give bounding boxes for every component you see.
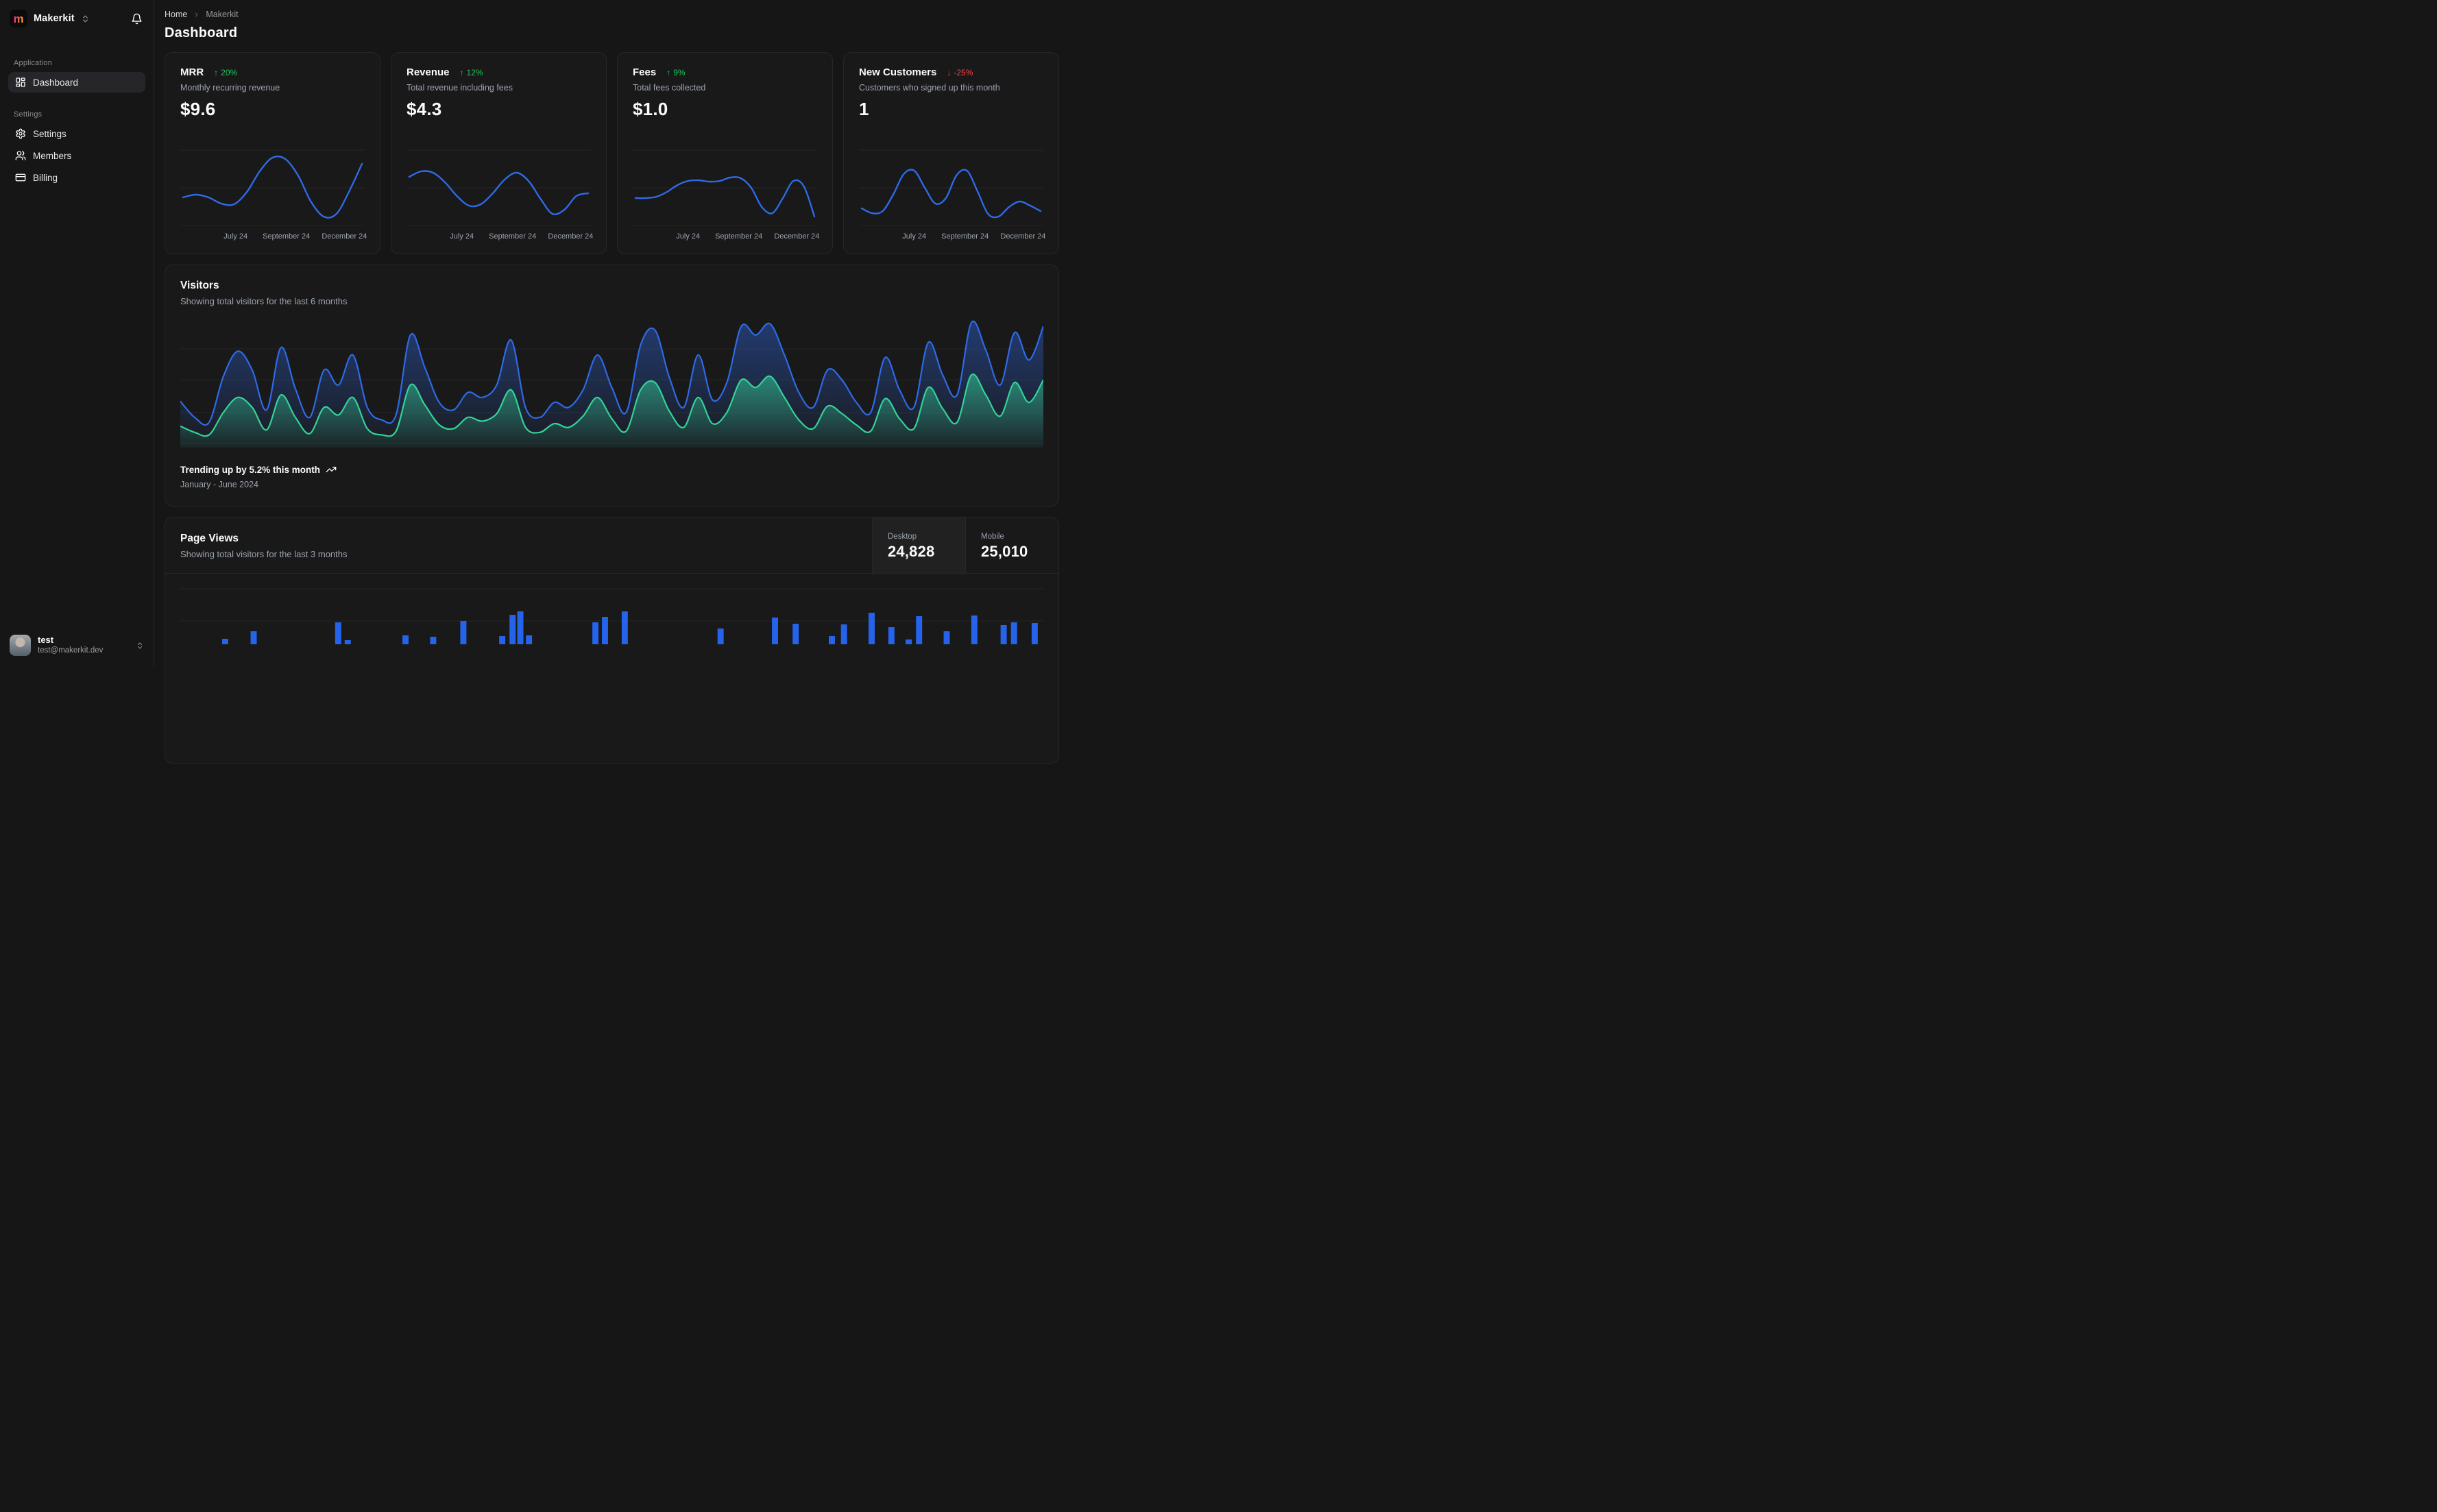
section-label-settings: Settings (14, 110, 43, 119)
x-tick-label: December 24 (774, 232, 820, 241)
breadcrumb: Home Makerkit (165, 7, 1059, 19)
chevrons-up-down-icon (136, 642, 144, 650)
stat-card-new-customers: New Customers ↓ -25% Customers who signed… (843, 52, 1059, 254)
sidebar-item-label: Settings (33, 128, 66, 139)
trend-text: Trending up by 5.2% this month (180, 464, 321, 475)
stat-title: Revenue (407, 66, 450, 78)
x-tick-label: July 24 (676, 232, 701, 241)
sidebar-item-label: Billing (33, 172, 58, 183)
page-title: Dashboard (165, 25, 238, 40)
stat-delta-badge: ↑ 12% (459, 68, 483, 77)
chevrons-up-down-icon (81, 14, 90, 23)
stat-value: 1 (859, 99, 869, 119)
avatar (10, 635, 31, 656)
mobile-label: Mobile (981, 532, 1004, 541)
x-tick-label: December 24 (322, 232, 367, 241)
sidebar-item-members[interactable]: Members (8, 145, 145, 166)
stat-subtitle: Customers who signed up this month (859, 83, 1000, 93)
stat-card-mrr: MRR ↑ 20% Monthly recurring revenue $9.6 … (165, 52, 380, 254)
visitors-card: Visitors Showing total visitors for the … (165, 265, 1059, 507)
user-menu[interactable]: test test@makerkit.dev (8, 632, 145, 659)
page-views-header: Page Views Showing total visitors for th… (165, 517, 1058, 574)
x-tick-label: September 24 (941, 232, 989, 241)
visitors-title: Visitors (180, 280, 219, 291)
stat-subtitle: Monthly recurring revenue (180, 83, 280, 93)
new-customers-sparkline-chart (859, 149, 1043, 226)
page-views-card: Page Views Showing total visitors for th… (165, 517, 1059, 764)
section-label-application: Application (14, 59, 53, 67)
device-toggle-group: Desktop 24,828 Mobile 25,010 (872, 517, 1058, 573)
sidebar-item-dashboard[interactable]: Dashboard (8, 72, 145, 93)
sparkline-x-axis: July 24 September 24 December 24 (859, 230, 1046, 245)
logo-letter: m (13, 12, 24, 25)
workspace-selector[interactable]: m Makerkit (8, 8, 145, 29)
stat-title: Fees (633, 66, 657, 78)
fees-sparkline-chart (633, 149, 817, 226)
makerkit-logo: m (10, 10, 27, 27)
stat-card-fees: Fees ↑ 9% Total fees collected $1.0 July … (617, 52, 833, 254)
billing-icon (15, 172, 26, 183)
sparkline-x-axis: July 24 September 24 December 24 (633, 230, 820, 245)
mobile-toggle-button[interactable]: Mobile 25,010 (965, 517, 1058, 573)
stat-card-revenue: Revenue ↑ 12% Total revenue including fee… (391, 52, 607, 254)
arrow-down-icon: ↓ (947, 68, 951, 77)
main-content: Home Makerkit Dashboard MRR ↑ 20% Monthly… (154, 0, 1075, 764)
members-icon (15, 150, 26, 161)
x-tick-label: December 24 (1000, 232, 1046, 241)
desktop-value: 24,828 (888, 542, 935, 560)
sparkline-x-axis: July 24 September 24 December 24 (180, 230, 367, 245)
stat-title: New Customers (859, 66, 937, 78)
sidebar-item-label: Members (33, 150, 72, 161)
sidebar-nav: Application Dashboard Settings Settings … (8, 59, 145, 189)
desktop-toggle-button[interactable]: Desktop 24,828 (872, 517, 965, 573)
sidebar-item-settings[interactable]: Settings (8, 123, 145, 144)
stat-subtitle: Total fees collected (633, 83, 706, 93)
stat-delta-badge: ↑ 20% (214, 68, 238, 77)
trend-date-range: January - June 2024 (180, 480, 258, 489)
desktop-label: Desktop (888, 532, 917, 541)
mobile-value: 25,010 (981, 542, 1028, 560)
sidebar-item-label: Dashboard (33, 77, 79, 88)
x-tick-label: July 24 (902, 232, 927, 241)
visitors-subtitle: Showing total visitors for the last 6 mo… (180, 296, 348, 306)
page-views-bar-chart (180, 588, 1043, 644)
breadcrumb-current: Makerkit (206, 10, 239, 19)
x-tick-label: July 24 (223, 232, 248, 241)
stat-delta-badge: ↑ 9% (666, 68, 686, 77)
stat-subtitle: Total revenue including fees (407, 83, 513, 93)
revenue-sparkline-chart (407, 149, 591, 226)
trending-up-icon (326, 464, 337, 475)
page-views-title: Page Views (180, 533, 239, 544)
notifications-bell-icon[interactable] (130, 12, 144, 26)
breadcrumb-home-link[interactable]: Home (165, 10, 187, 19)
x-tick-label: December 24 (548, 232, 594, 241)
chevron-right-icon (193, 11, 200, 19)
stat-value: $4.3 (407, 99, 442, 119)
x-tick-label: September 24 (715, 232, 763, 241)
x-tick-label: September 24 (263, 232, 311, 241)
page-views-subtitle: Showing total visitors for the last 3 mo… (180, 549, 348, 559)
user-name: test (38, 635, 54, 646)
stat-cards-row: MRR ↑ 20% Monthly recurring revenue $9.6 … (165, 52, 1059, 254)
stat-title: MRR (180, 66, 204, 78)
sparkline-x-axis: July 24 September 24 December 24 (407, 230, 594, 245)
sidebar: m Makerkit Application Dashboard Setting… (0, 0, 154, 667)
x-tick-label: September 24 (489, 232, 537, 241)
workspace-name: Makerkit (34, 13, 75, 24)
sidebar-item-billing[interactable]: Billing (8, 167, 145, 188)
arrow-up-icon: ↑ (666, 68, 671, 77)
stat-value: $9.6 (180, 99, 216, 119)
x-tick-label: July 24 (450, 232, 474, 241)
settings-icon (15, 128, 26, 139)
visitors-area-chart (180, 320, 1043, 448)
mrr-sparkline-chart (180, 149, 365, 226)
user-email: test@makerkit.dev (38, 646, 104, 655)
dashboard-icon (15, 77, 26, 88)
arrow-up-icon: ↑ (214, 68, 219, 77)
stat-value: $1.0 (633, 99, 668, 119)
stat-delta-badge: ↓ -25% (947, 68, 973, 77)
arrow-up-icon: ↑ (459, 68, 464, 77)
